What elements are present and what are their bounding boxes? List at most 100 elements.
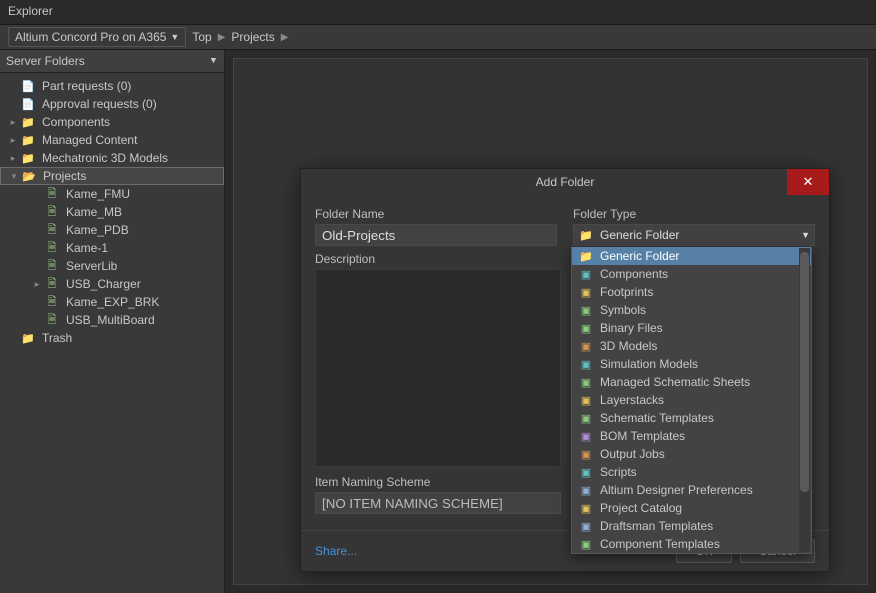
sidebar-title: Server Folders (6, 54, 85, 68)
type-icon: ▣ (578, 483, 594, 497)
expand-icon[interactable]: ▸ (8, 117, 18, 128)
proj-icon: 🗎 (44, 313, 60, 327)
tree-item[interactable]: 🗎Kame_MB (0, 203, 224, 221)
dropdown-item-label: Project Catalog (600, 501, 682, 515)
folder-type-select[interactable]: 📁 Generic Folder ▼ (573, 224, 815, 246)
type-icon: ▣ (578, 519, 594, 533)
tree-item-label: ServerLib (66, 259, 117, 273)
tree-item[interactable]: ▸📁 Components (0, 113, 224, 131)
dropdown-item[interactable]: ▣Managed Schematic Sheets (572, 373, 811, 391)
dropdown-item[interactable]: ▣Components (572, 265, 811, 283)
window-title-bar: Explorer (0, 0, 876, 24)
chevron-right-icon: ▶ (281, 32, 289, 43)
tree-item-label: Kame_EXP_BRK (66, 295, 159, 309)
expand-icon[interactable]: ▸ (8, 135, 18, 146)
dropdown-item[interactable]: ▣ Project Catalog (572, 499, 811, 517)
tree-item-label: Trash (42, 331, 72, 345)
window-title: Explorer (8, 4, 53, 18)
type-icon: ▣ (578, 501, 594, 515)
dropdown-item[interactable]: ▣Layerstacks (572, 391, 811, 409)
type-icon: ▣ (578, 339, 594, 353)
folder-icon: 📁 (20, 115, 36, 129)
tree-item[interactable]: 🗎 Kame_EXP_BRK (0, 293, 224, 311)
tree-item[interactable]: ▸📁 Mechatronic 3D Models (0, 149, 224, 167)
tree-item[interactable]: 🗎 USB_MultiBoard (0, 311, 224, 329)
folder-name-label: Folder Name (315, 207, 557, 221)
dropdown-item[interactable]: ▣Altium Designer Preferences (572, 481, 811, 499)
collapse-icon[interactable]: ▾ (9, 171, 19, 182)
tree-item[interactable]: 🗎Kame-1 (0, 239, 224, 257)
scrollbar[interactable] (799, 248, 810, 552)
breadcrumb-projects[interactable]: Projects (231, 30, 274, 44)
tree-item[interactable]: 📄Part requests (0) (0, 77, 224, 95)
server-dropdown[interactable]: Altium Concord Pro on A365 ▼ (8, 27, 186, 47)
sidebar: Server Folders ▲ 📄Part requests (0)📄Appr… (0, 50, 225, 593)
chevron-right-icon: ▶ (218, 32, 226, 43)
dropdown-item-label: Scripts (600, 465, 637, 479)
tree-item-label: Projects (43, 169, 86, 183)
tree-item[interactable]: 🗎 ServerLib (0, 257, 224, 275)
expand-icon[interactable]: ▸ (32, 279, 42, 290)
dropdown-item-label: Schematic Templates (600, 411, 714, 425)
folder-type-dropdown[interactable]: 📁Generic Folder▣Components▣Footprints▣Sy… (571, 247, 812, 554)
tree-item[interactable]: 🗎Kame_FMU (0, 185, 224, 203)
description-textarea[interactable] (315, 269, 561, 467)
type-icon: ▣ (578, 429, 594, 443)
type-icon: ▣ (578, 465, 594, 479)
tree-item-label: Approval requests (0) (42, 97, 157, 111)
close-button[interactable]: ✕ (787, 169, 829, 195)
type-icon: ▣ (578, 375, 594, 389)
dialog-titlebar[interactable]: Add Folder ✕ (301, 169, 829, 195)
dropdown-item-label: Output Jobs (600, 447, 665, 461)
type-icon: ▣ (578, 303, 594, 317)
server-name: Altium Concord Pro on A365 (15, 30, 166, 44)
share-link[interactable]: Share... (315, 544, 357, 558)
dropdown-item-label: Components (600, 267, 668, 281)
folder-icon: 📁 (20, 151, 36, 165)
tree-item[interactable]: ▸🗎USB_Charger (0, 275, 224, 293)
description-label: Description (315, 252, 561, 266)
dropdown-item[interactable]: ▣ Scripts (572, 463, 811, 481)
folder-icon: 📁 (578, 228, 594, 242)
tree-item[interactable]: 📁Trash (0, 329, 224, 347)
proj-icon: 🗎 (44, 277, 60, 291)
dropdown-item[interactable]: ▣Symbols (572, 301, 811, 319)
dropdown-item[interactable]: ▣Simulation Models (572, 355, 811, 373)
type-icon: ▣ (578, 447, 594, 461)
proj-icon: 🗎 (44, 295, 60, 309)
type-icon: ▣ (578, 411, 594, 425)
dropdown-item[interactable]: ▣Draftsman Templates (572, 517, 811, 535)
dropdown-item[interactable]: 📁Generic Folder (572, 247, 811, 265)
tree-item[interactable]: 🗎Kame_PDB (0, 221, 224, 239)
breadcrumb-top[interactable]: Top (192, 30, 211, 44)
chevron-down-icon: ▼ (801, 230, 810, 240)
dropdown-item-label: BOM Templates (600, 429, 685, 443)
type-icon: ▣ (578, 357, 594, 371)
dropdown-item[interactable]: ▣Binary Files (572, 319, 811, 337)
naming-label: Item Naming Scheme (315, 475, 561, 489)
tree-item-label: Kame_MB (66, 205, 122, 219)
scrollbar-thumb[interactable] (800, 252, 809, 492)
tree-item-label: Managed Content (42, 133, 137, 147)
tree-item[interactable]: ▸📁Managed Content (0, 131, 224, 149)
sidebar-header[interactable]: Server Folders ▲ (0, 50, 224, 73)
proj-icon: 🗎 (44, 223, 60, 237)
dropdown-item-label: Layerstacks (600, 393, 664, 407)
dropdown-item[interactable]: ▣ BOM Templates (572, 427, 811, 445)
dialog-title: Add Folder (536, 175, 595, 189)
dropdown-item[interactable]: ▣3D Models (572, 337, 811, 355)
tree-item-label: USB_MultiBoard (66, 313, 155, 327)
dropdown-item[interactable]: ▣ Output Jobs (572, 445, 811, 463)
tree-item-label: Mechatronic 3D Models (42, 151, 168, 165)
tree-item[interactable]: ▾📂Projects (0, 167, 224, 185)
folder-name-input[interactable] (315, 224, 557, 246)
dropdown-item[interactable]: ▣Component Templates (572, 535, 811, 553)
tree-item-label: Components (42, 115, 110, 129)
dropdown-item[interactable]: ▣ Schematic Templates (572, 409, 811, 427)
proj-icon: 🗎 (44, 259, 60, 273)
tree-item[interactable]: 📄Approval requests (0) (0, 95, 224, 113)
expand-icon[interactable]: ▸ (8, 153, 18, 164)
dropdown-item-label: Binary Files (600, 321, 663, 335)
dropdown-item[interactable]: ▣Footprints (572, 283, 811, 301)
naming-scheme-input[interactable] (315, 492, 561, 514)
